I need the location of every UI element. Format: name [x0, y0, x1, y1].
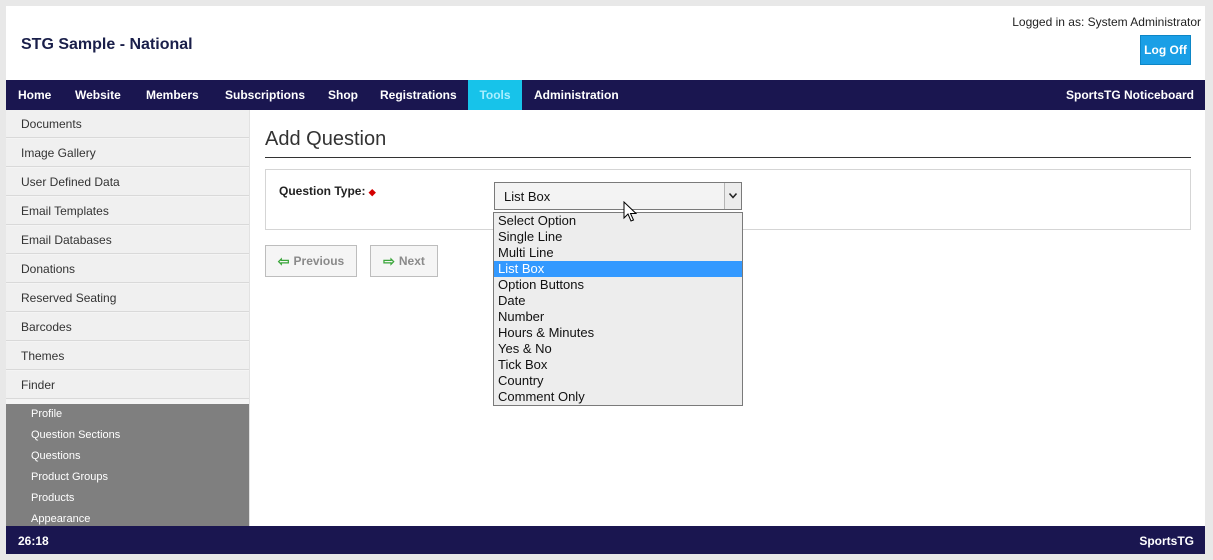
- main-nav: Home Website Members Subscriptions Shop …: [6, 80, 1205, 110]
- required-marker-icon: ◆: [368, 187, 376, 197]
- question-type-text: Question Type:: [279, 184, 366, 198]
- divider: [265, 157, 1191, 158]
- dropdown-option[interactable]: Tick Box: [494, 357, 742, 373]
- mouse-cursor-icon: [623, 201, 637, 222]
- sidebar-item-finder[interactable]: Finder: [6, 371, 249, 399]
- submenu-item-question-sections[interactable]: Question Sections: [31, 429, 120, 441]
- submenu-item-products[interactable]: Products: [31, 492, 74, 504]
- sidebar-item-label: Finder: [21, 378, 56, 392]
- dropdown-option[interactable]: Date: [494, 293, 742, 309]
- nav-shop[interactable]: Shop: [328, 80, 358, 110]
- sidebar-item-reserved-seating[interactable]: Reserved Seating: [6, 284, 249, 312]
- footer-brand: SportsTG: [1139, 534, 1194, 548]
- sidebar-item-label: Themes: [21, 349, 65, 363]
- sidebar-item-image-gallery[interactable]: Image Gallery: [6, 139, 249, 167]
- divider: [249, 110, 250, 526]
- sidebar-item-label: Reserved Seating: [21, 291, 117, 305]
- next-button[interactable]: ⇨ Next: [370, 245, 438, 277]
- dropdown-option[interactable]: Yes & No: [494, 341, 742, 357]
- sidebar-item-documents[interactable]: Documents: [6, 110, 249, 138]
- dropdown-option[interactable]: Select Option: [494, 213, 742, 229]
- submenu-item-questions[interactable]: Questions: [31, 450, 81, 462]
- question-type-label: Question Type: ◆: [279, 184, 376, 198]
- nav-administration[interactable]: Administration: [534, 80, 619, 110]
- dropdown-option[interactable]: Hours & Minutes: [494, 325, 742, 341]
- arrow-right-icon: ⇨: [383, 252, 395, 269]
- header: STG Sample - National Logged in as: Syst…: [6, 6, 1205, 80]
- question-type-dropdown: Select Option Single Line Multi Line Lis…: [493, 212, 743, 406]
- logged-in-status: Logged in as: System Administrator: [1012, 15, 1201, 29]
- sidebar-item-label: Image Gallery: [21, 146, 96, 160]
- nav-members[interactable]: Members: [146, 80, 199, 110]
- sidebar: Documents Image Gallery User Defined Dat…: [6, 110, 249, 526]
- dropdown-option[interactable]: Multi Line: [494, 245, 742, 261]
- nav-home[interactable]: Home: [18, 80, 51, 110]
- select-value: List Box: [504, 189, 551, 204]
- site-title: STG Sample - National: [21, 36, 193, 53]
- page-title: Add Question: [265, 128, 387, 150]
- finder-submenu: Profile Question Sections Questions Prod…: [6, 404, 249, 526]
- sidebar-item-label: Email Databases: [21, 233, 112, 247]
- sidebar-item-themes[interactable]: Themes: [6, 342, 249, 370]
- footer: 26:18 SportsTG: [6, 526, 1205, 554]
- submenu-item-appearance[interactable]: Appearance: [31, 513, 90, 525]
- sidebar-item-label: Documents: [21, 117, 82, 131]
- dropdown-option[interactable]: Single Line: [494, 229, 742, 245]
- sidebar-item-email-templates[interactable]: Email Templates: [6, 197, 249, 225]
- arrow-left-icon: ⇦: [277, 252, 290, 269]
- sidebar-item-label: Email Templates: [21, 204, 109, 218]
- dropdown-option[interactable]: Comment Only: [494, 389, 742, 405]
- dropdown-option[interactable]: Country: [494, 373, 742, 389]
- nav-subscriptions[interactable]: Subscriptions: [225, 80, 305, 110]
- sidebar-item-label: Donations: [21, 262, 76, 276]
- submenu-item-product-groups[interactable]: Product Groups: [31, 471, 108, 483]
- question-type-select[interactable]: List Box: [494, 182, 742, 210]
- nav-tools[interactable]: Tools: [468, 80, 522, 110]
- footer-clock: 26:18: [18, 534, 49, 548]
- nav-noticeboard[interactable]: SportsTG Noticeboard: [1066, 80, 1194, 110]
- previous-button[interactable]: ⇦ Previous: [265, 245, 357, 277]
- app-window: STG Sample - National Logged in as: Syst…: [6, 6, 1205, 554]
- sidebar-item-donations[interactable]: Donations: [6, 255, 249, 283]
- next-label: Next: [398, 254, 425, 268]
- sidebar-item-user-defined-data[interactable]: User Defined Data: [6, 168, 249, 196]
- dropdown-option[interactable]: Number: [494, 309, 742, 325]
- sidebar-item-email-databases[interactable]: Email Databases: [6, 226, 249, 254]
- chevron-down-icon[interactable]: [724, 183, 741, 209]
- dropdown-option[interactable]: Option Buttons: [494, 277, 742, 293]
- sidebar-item-barcodes[interactable]: Barcodes: [6, 313, 249, 341]
- dropdown-option-selected[interactable]: List Box: [494, 261, 742, 277]
- nav-website[interactable]: Website: [75, 80, 121, 110]
- submenu-item-profile[interactable]: Profile: [31, 408, 62, 420]
- logoff-button[interactable]: Log Off: [1140, 35, 1191, 65]
- sidebar-item-label: User Defined Data: [21, 175, 120, 189]
- sidebar-item-label: Barcodes: [21, 320, 72, 334]
- nav-registrations[interactable]: Registrations: [380, 80, 457, 110]
- previous-label: Previous: [293, 254, 345, 268]
